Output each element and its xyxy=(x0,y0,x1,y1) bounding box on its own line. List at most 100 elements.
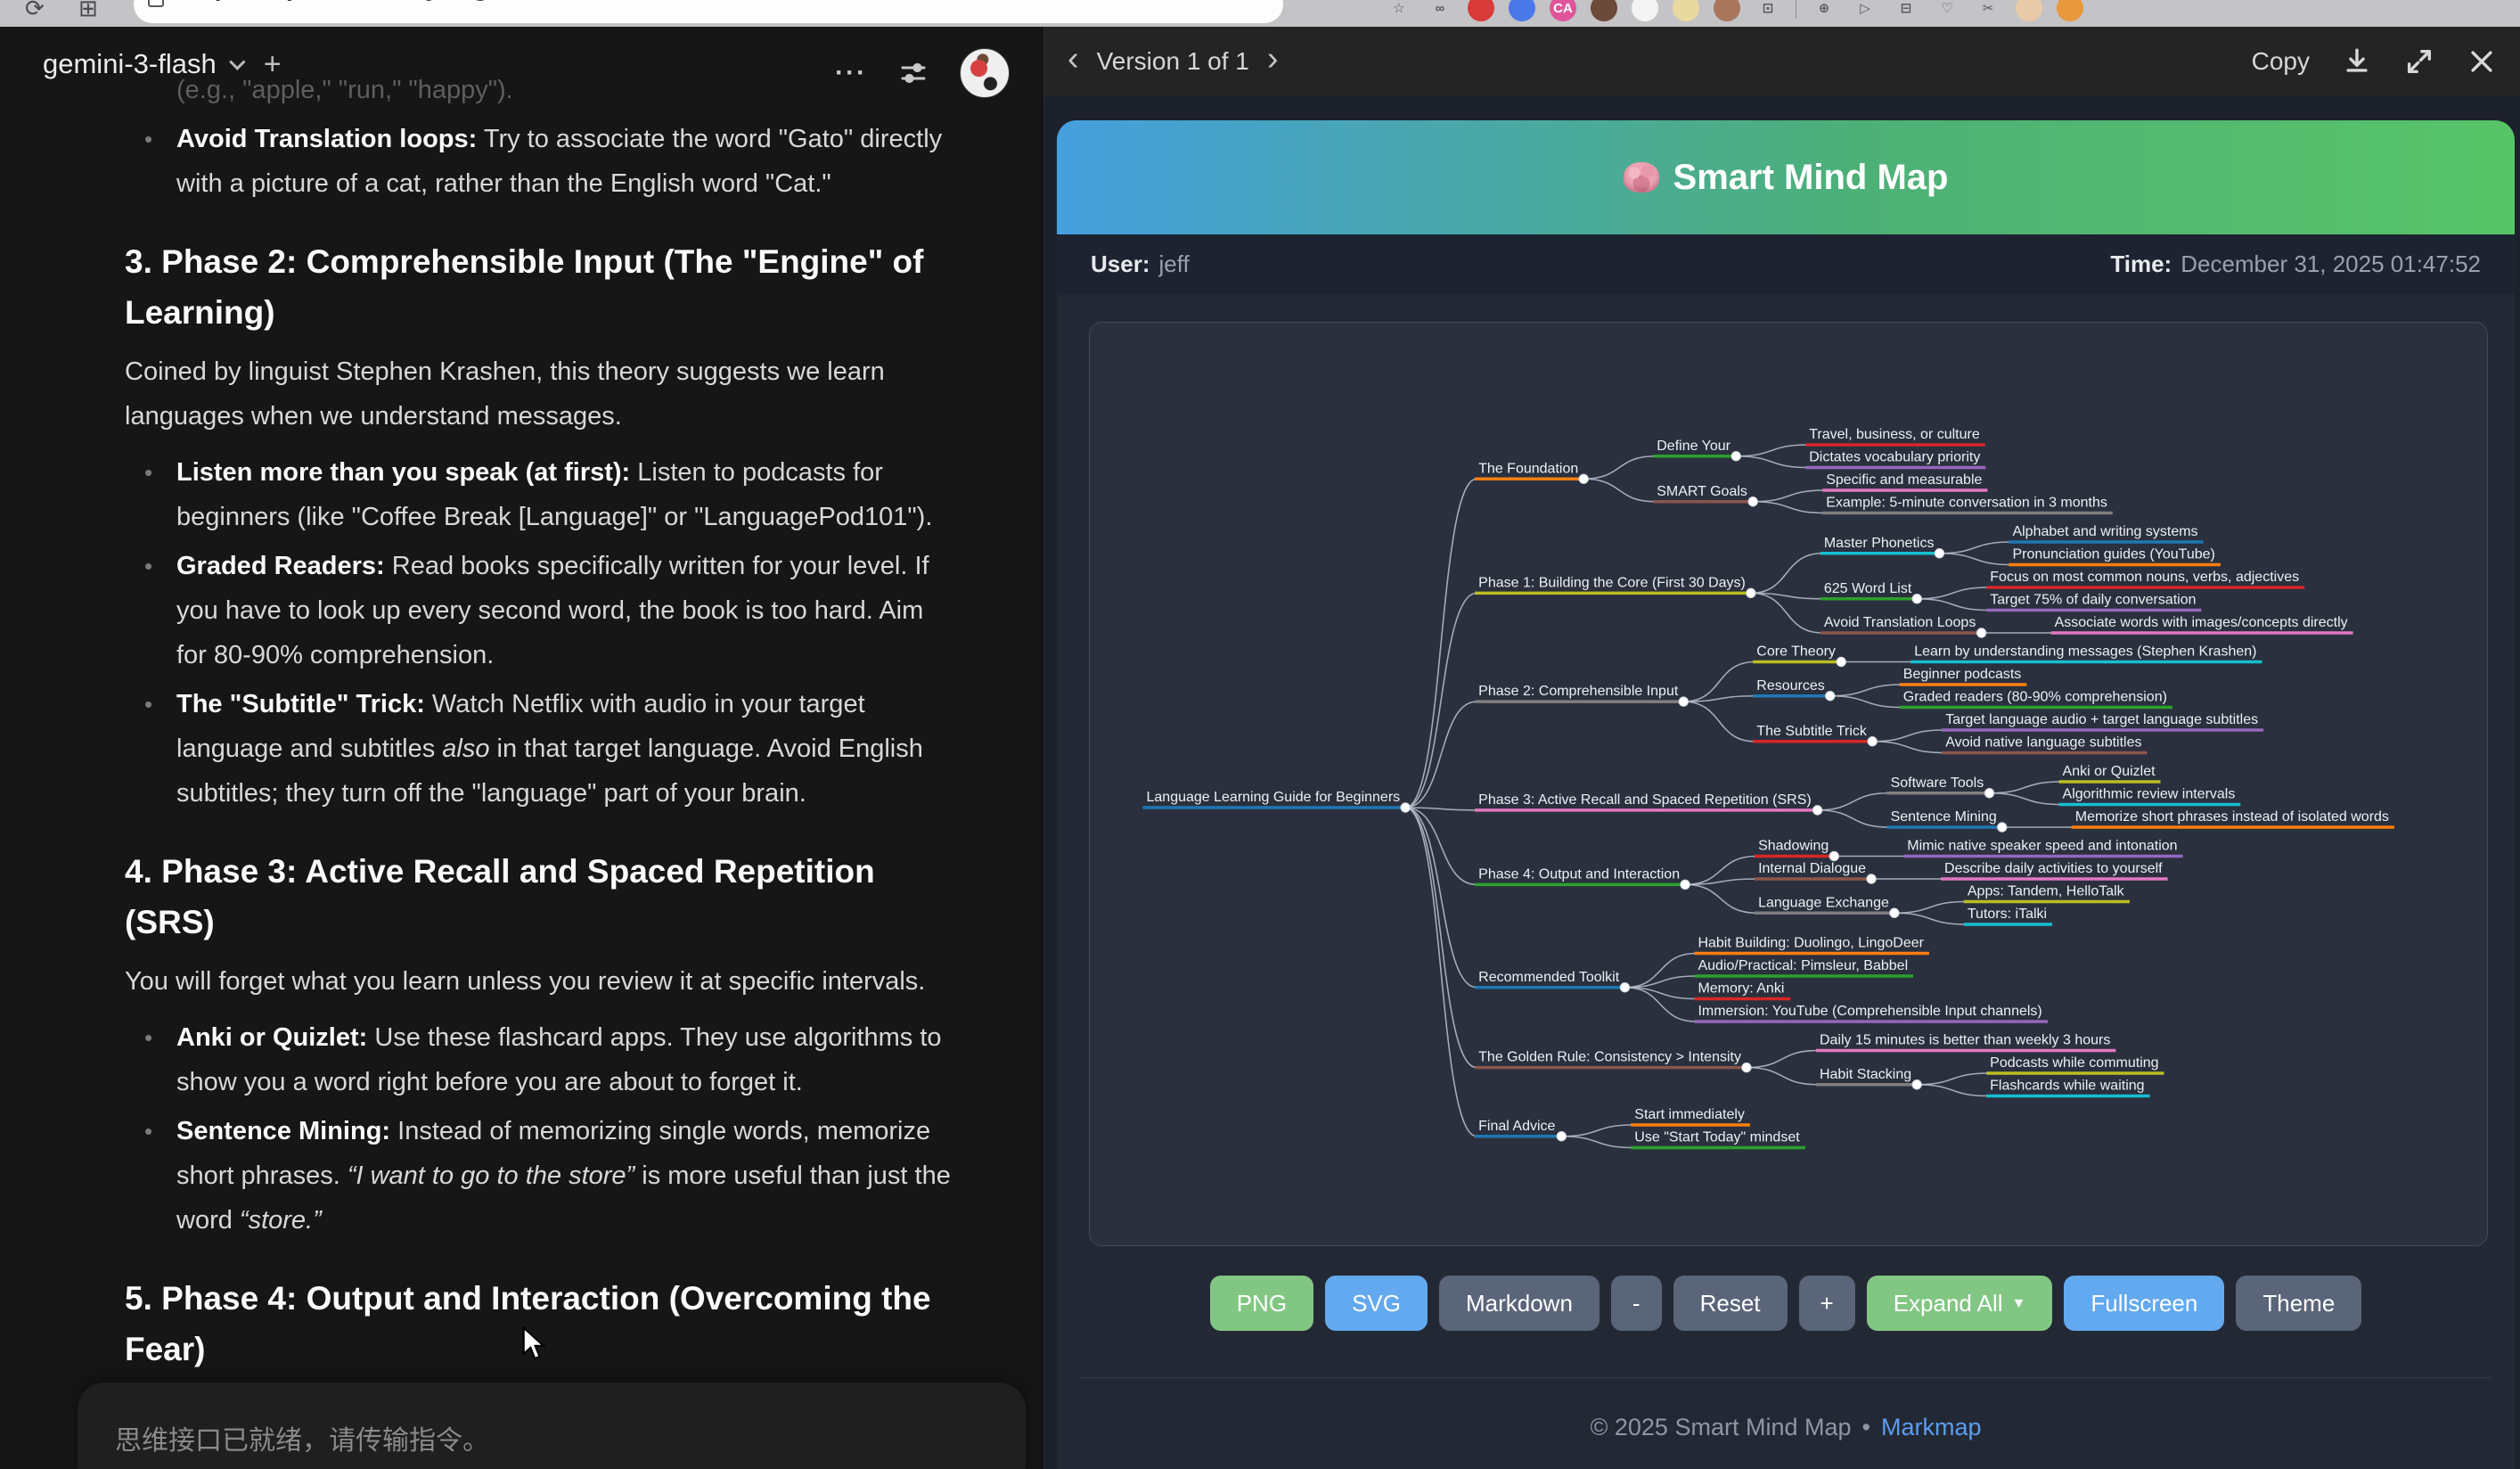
mindmap-node-toggle[interactable] xyxy=(1912,595,1921,603)
new-chat-button[interactable]: + xyxy=(264,49,282,79)
more-options-button[interactable]: ··· xyxy=(835,58,867,88)
mindmap-node-toggle[interactable] xyxy=(1679,697,1688,706)
mindmap-node-label[interactable]: Recommended Toolkit xyxy=(1478,970,1620,985)
download-icon[interactable] xyxy=(2342,46,2372,77)
mindmap-node-label[interactable]: Flashcards while waiting xyxy=(1990,1079,2144,1094)
fullscreen-icon[interactable] xyxy=(2404,46,2434,77)
mindmap-node-toggle[interactable] xyxy=(1731,452,1740,461)
mindmap-node-label[interactable]: Habit Stacking xyxy=(1820,1067,1911,1082)
reset-button[interactable]: Reset xyxy=(1673,1276,1788,1331)
controls-icon[interactable] xyxy=(897,57,929,89)
markdown-button[interactable]: Markdown xyxy=(1439,1276,1600,1331)
-button[interactable]: + xyxy=(1799,1276,1855,1331)
mindmap-node-toggle[interactable] xyxy=(1984,789,1993,798)
mindmap-node-label[interactable]: Immersion: YouTube (Comprehensible Input… xyxy=(1698,1004,2041,1019)
heart-tool-icon[interactable]: ♡ xyxy=(1934,0,1960,21)
markmap-link[interactable]: Markmap xyxy=(1881,1414,1982,1440)
mindmap-node-label[interactable]: Dictates vocabulary priority xyxy=(1809,450,1980,465)
mindmap-node-label[interactable]: Memorize short phrases instead of isolat… xyxy=(2075,809,2389,825)
mindmap-node-label[interactable]: Target 75% of daily conversation xyxy=(1990,593,2196,608)
mindmap-node-toggle[interactable] xyxy=(1748,497,1757,506)
expand-all-button[interactable]: Expand All▼ xyxy=(1867,1276,2053,1331)
mindmap-node-label[interactable]: 625 Word List xyxy=(1824,581,1912,596)
mindmap-node-label[interactable]: Anki or Quizlet xyxy=(2063,764,2156,779)
mindmap-node-label[interactable]: Define Your xyxy=(1657,439,1730,454)
mindmap-node-label[interactable]: Mimic native speaker speed and intonatio… xyxy=(1907,839,2177,854)
orange-corner-icon[interactable] xyxy=(2057,0,2083,21)
close-icon[interactable] xyxy=(2467,46,2497,77)
box-tool-icon[interactable]: ⊟ xyxy=(1893,0,1919,21)
mindmap-node-toggle[interactable] xyxy=(1912,1080,1921,1089)
mindmap-node-label[interactable]: Alphabet and writing systems xyxy=(2012,524,2197,539)
fullscreen-button[interactable]: Fullscreen xyxy=(2064,1276,2224,1331)
mindmap-node-label[interactable]: Associate words with images/concepts dir… xyxy=(2055,615,2348,630)
bookmark-star-icon[interactable]: ☆ xyxy=(1386,0,1412,21)
mindmap-node-label[interactable]: The Subtitle Trick xyxy=(1756,724,1868,739)
outline-extension-icon[interactable]: ⊡ xyxy=(1755,0,1781,21)
copy-button[interactable]: Copy xyxy=(2252,47,2310,76)
mindmap-node-toggle[interactable] xyxy=(1829,851,1838,860)
mindmap-node-toggle[interactable] xyxy=(1837,657,1845,666)
mindmap-node-label[interactable]: Learn by understanding messages (Stephen… xyxy=(1914,644,2256,660)
mindmap-node-label[interactable]: The Golden Rule: Consistency > Intensity xyxy=(1478,1050,1741,1065)
mindmap-node-toggle[interactable] xyxy=(1620,983,1629,992)
address-bar[interactable]: https://open-webui.yungtzeaidata.site/c/… xyxy=(134,0,1283,23)
blue-extension-icon[interactable] xyxy=(1509,0,1535,21)
mindmap-node-toggle[interactable] xyxy=(1557,1132,1566,1141)
mindmap-node-toggle[interactable] xyxy=(1579,474,1588,483)
mindmap-node-toggle[interactable] xyxy=(1868,737,1877,746)
notebook-icon[interactable] xyxy=(1673,0,1699,21)
previous-version-button[interactable]: ‹ xyxy=(1068,45,1079,72)
mindmap-node-toggle[interactable] xyxy=(1826,692,1835,701)
mindmap-node-label[interactable]: Focus on most common nouns, verbs, adjec… xyxy=(1990,570,2299,585)
mindmap-node-label[interactable]: Resources xyxy=(1756,678,1824,693)
mindmap-node-toggle[interactable] xyxy=(1867,874,1876,883)
mindmap-node-toggle[interactable] xyxy=(1976,628,1985,637)
mindmap-node-label[interactable]: Final Advice xyxy=(1478,1119,1555,1134)
mindmap-node-label[interactable]: Language Exchange xyxy=(1758,895,1889,910)
mindmap-node-label[interactable]: Describe daily activities to yourself xyxy=(1944,861,2163,876)
monkey-face-icon[interactable] xyxy=(1591,0,1617,21)
mindmap-node-label[interactable]: Master Phonetics xyxy=(1824,536,1935,551)
mindmap-node-label[interactable]: SMART Goals xyxy=(1657,484,1747,499)
mindmap-node-label[interactable]: Phase 1: Building the Core (First 30 Day… xyxy=(1478,575,1746,590)
mindmap-node-toggle[interactable] xyxy=(1747,588,1755,597)
mindmap-node-toggle[interactable] xyxy=(1812,806,1821,815)
mindmap-node-label[interactable]: Internal Dialogue xyxy=(1758,861,1866,876)
mindmap-node-label[interactable]: Podcasts while commuting xyxy=(1990,1055,2158,1071)
mindmap-node-label[interactable]: Daily 15 minutes is better than weekly 3… xyxy=(1820,1033,2110,1048)
mindmap-node-label[interactable]: Software Tools xyxy=(1891,776,1984,791)
mindmap-node-label[interactable]: Sentence Mining xyxy=(1891,809,1997,825)
mindmap-node-toggle[interactable] xyxy=(1742,1063,1751,1071)
next-version-button[interactable]: › xyxy=(1267,45,1279,72)
mindmap-node-label[interactable]: Avoid native language subtitles xyxy=(1945,735,2141,751)
user-avatar[interactable] xyxy=(960,48,1010,98)
mindmap-node-label[interactable]: Example: 5-minute conversation in 3 mont… xyxy=(1826,496,2107,511)
mindmap-node-label[interactable]: Algorithmic review intervals xyxy=(2063,787,2236,802)
model-selector[interactable]: gemini-3-flash + xyxy=(43,48,282,80)
-button[interactable]: - xyxy=(1611,1276,1662,1331)
chat-input-box[interactable]: 思维接口已就绪，请传输指令。 xyxy=(78,1383,1026,1469)
svg-button[interactable]: SVG xyxy=(1325,1276,1428,1331)
model-name[interactable]: gemini-3-flash xyxy=(43,48,217,80)
mindmap-node-label[interactable]: The Foundation xyxy=(1478,461,1578,476)
mindmap-node-label[interactable]: Beginner podcasts xyxy=(1903,667,2022,682)
ca-badge-icon[interactable]: CA xyxy=(1550,0,1576,21)
glasses-icon[interactable]: ∞ xyxy=(1427,0,1453,21)
png-button[interactable]: PNG xyxy=(1210,1276,1313,1331)
mindmap-node-label[interactable]: Phase 4: Output and Interaction xyxy=(1478,866,1680,882)
panda-face-icon[interactable] xyxy=(1632,0,1658,21)
mindmap-node-label[interactable]: Target language audio + target language … xyxy=(1945,712,2258,727)
monkey-face-2-icon[interactable] xyxy=(1714,0,1740,21)
mindmap-node-label[interactable]: Apps: Tandem, HelloTalk xyxy=(1968,884,2125,899)
mindmap-node-toggle[interactable] xyxy=(1681,880,1690,889)
mindmap-node-label[interactable]: Pronunciation guides (YouTube) xyxy=(2012,547,2214,562)
mindmap-node-toggle[interactable] xyxy=(1401,803,1410,812)
mindmap-node-label[interactable]: Use "Start Today" mindset xyxy=(1634,1130,1800,1145)
play-tool-icon[interactable]: ▷ xyxy=(1852,0,1878,21)
mindmap-node-label[interactable]: Habit Building: Duolingo, LingoDeer xyxy=(1698,936,1924,951)
mindmap-node-label[interactable]: Specific and measurable xyxy=(1826,472,1982,488)
tab-overview-icon[interactable]: ⊞ xyxy=(78,0,98,22)
mindmap-node-label[interactable]: Avoid Translation Loops xyxy=(1824,615,1976,630)
reload-icon[interactable]: ⟳ xyxy=(25,0,45,22)
